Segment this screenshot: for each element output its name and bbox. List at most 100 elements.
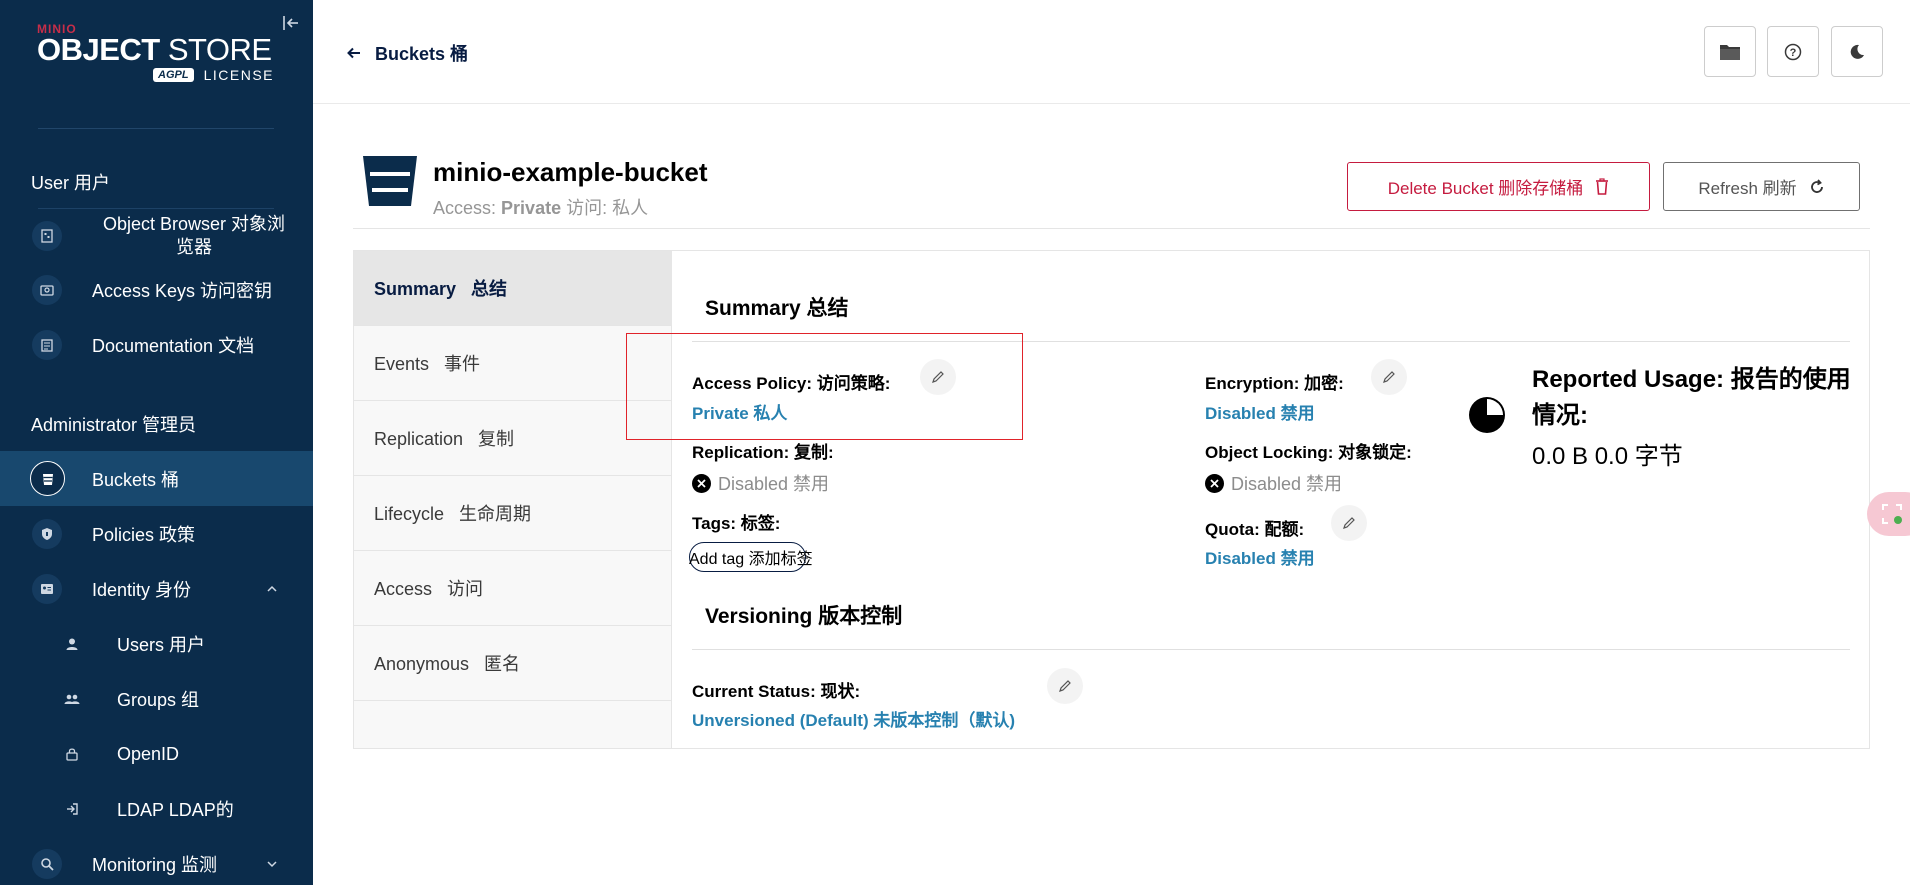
sidebar-item-policies[interactable]: Policies 政策 — [0, 510, 313, 558]
bucket-icon — [30, 461, 65, 496]
arrow-left-icon — [347, 47, 360, 59]
breadcrumb-back[interactable]: Buckets 桶 — [347, 40, 468, 66]
monitoring-icon — [32, 849, 62, 879]
logo-license: AGPL LICENSE — [37, 67, 274, 83]
identity-icon — [32, 574, 62, 604]
summary-title: Summary 总结 — [705, 297, 849, 320]
collapse-sidebar-icon[interactable] — [282, 14, 300, 32]
bucket-name: minio-example-bucket — [433, 157, 708, 187]
tab-access[interactable]: Access 访问 — [354, 551, 672, 626]
scan-icon — [1882, 504, 1902, 524]
refresh-button[interactable]: Refresh 刷新 — [1663, 162, 1860, 211]
delete-bucket-label: Delete Bucket 删除存储桶 — [1387, 179, 1584, 198]
shield-icon — [32, 519, 62, 549]
help-icon: ? — [1784, 43, 1802, 60]
sidebar-item-label: OpenID — [117, 743, 180, 764]
x-circle-icon — [692, 473, 711, 493]
sidebar-item-ldap[interactable]: LDAP LDAP的 — [0, 785, 313, 833]
encryption-label: Encryption: 加密: — [1205, 374, 1344, 393]
bucket-tabs: Summary 总结 Events 事件 Replication 复制 Life… — [354, 251, 672, 748]
reported-usage-title: Reported Usage: 报告的使用情况: — [1532, 366, 1851, 429]
sidebar-item-label: Groups 组 — [117, 690, 200, 710]
top-bar: Buckets 桶 ? — [313, 0, 1910, 104]
x-circle-icon — [1205, 473, 1224, 493]
groups-icon — [57, 684, 87, 714]
svg-text:?: ? — [1790, 47, 1797, 59]
add-tag-label: Add tag 添加标签 — [689, 551, 813, 568]
lock-icon — [57, 739, 87, 769]
object-browser-button[interactable] — [1704, 26, 1756, 77]
tab-lifecycle[interactable]: Lifecycle 生命周期 — [354, 476, 672, 551]
screenshot-helper-button[interactable] — [1867, 492, 1910, 536]
sidebar-item-access-keys[interactable]: Access Keys 访问密钥 — [0, 266, 313, 314]
user-icon — [57, 629, 87, 659]
sidebar-item-label: Users 用户 — [117, 635, 206, 655]
sidebar-item-buckets[interactable]: Buckets 桶 — [0, 451, 313, 506]
sidebar-item-documentation[interactable]: Documentation 文档 — [0, 321, 313, 369]
current-status-label: Current Status: 现状: — [692, 682, 861, 701]
chevron-up-icon[interactable] — [266, 583, 278, 595]
sidebar-item-label: Buckets 桶 — [92, 469, 180, 490]
quota-label: Quota: 配额: — [1205, 520, 1305, 539]
bucket-access: Access: Private 访问: 私人 — [433, 198, 649, 218]
sidebar-item-identity[interactable]: Identity 身份 — [0, 565, 313, 613]
help-button[interactable]: ? — [1767, 26, 1819, 77]
sidebar-divider — [38, 208, 274, 209]
current-status-value[interactable]: Unversioned (Default) 未版本控制（默认) — [692, 706, 1015, 731]
login-icon — [57, 794, 87, 824]
pencil-icon — [1059, 680, 1071, 692]
tab-events[interactable]: Events 事件 — [354, 326, 672, 401]
dark-mode-button[interactable] — [1831, 26, 1883, 77]
sidebar-item-label: Policies 政策 — [92, 525, 196, 545]
tab-replication[interactable]: Replication 复制 — [354, 401, 672, 476]
quota-value[interactable]: Disabled 禁用 — [1205, 544, 1315, 569]
bucket-large-icon — [363, 156, 417, 206]
minio-logo[interactable]: MINIO OBJECT STORE AGPL LICENSE — [37, 22, 287, 83]
sidebar-item-label: Access Keys 访问密钥 — [92, 281, 273, 301]
header-divider — [353, 228, 1870, 229]
pie-chart-icon — [1469, 397, 1505, 433]
documentation-icon — [32, 330, 62, 360]
sidebar-item-openid[interactable]: OpenID — [0, 730, 313, 778]
add-tag-button[interactable]: Add tag 添加标签 — [689, 542, 813, 572]
delete-bucket-button[interactable]: Delete Bucket 删除存储桶 — [1347, 162, 1650, 211]
chevron-down-icon[interactable] — [266, 858, 278, 870]
replication-label: Replication: 复制: — [692, 443, 834, 462]
reported-usage-value: 0.0 B 0.0 字节 — [1532, 443, 1683, 470]
access-keys-icon — [32, 275, 62, 305]
object-browser-icon — [32, 221, 62, 251]
sidebar-item-object-browser[interactable]: Object Browser 对象浏览器 — [0, 211, 313, 261]
edit-versioning-button[interactable] — [1047, 668, 1083, 704]
object-locking-value: Disabled 禁用 — [1205, 470, 1342, 496]
edit-encryption-button[interactable] — [1371, 359, 1407, 395]
object-locking-label: Object Locking: 对象锁定: — [1205, 443, 1412, 462]
admin-section-title: Administrator 管理员 — [31, 415, 197, 435]
sidebar-item-label: Object Browser 对象浏览器 — [102, 214, 286, 257]
sidebar-divider — [38, 128, 274, 129]
encryption-value[interactable]: Disabled 禁用 — [1205, 399, 1315, 424]
refresh-label: Refresh 刷新 — [1698, 179, 1797, 198]
breadcrumb-label: Buckets 桶 — [375, 44, 469, 64]
tags-label: Tags: 标签: — [692, 514, 781, 533]
moon-icon — [1850, 44, 1864, 59]
sidebar-item-groups[interactable]: Groups 组 — [0, 675, 313, 723]
trash-icon — [1596, 178, 1609, 195]
sidebar-item-label: Identity 身份 — [92, 580, 192, 600]
sidebar-item-label: Documentation 文档 — [92, 336, 255, 356]
versioning-title: Versioning 版本控制 — [705, 605, 903, 628]
pencil-icon — [1383, 371, 1395, 383]
highlight-box — [626, 333, 1023, 440]
agpl-badge: AGPL — [153, 68, 194, 82]
folder-icon — [1720, 44, 1740, 60]
user-section-title: User 用户 — [31, 173, 111, 193]
sidebar-item-users[interactable]: Users 用户 — [0, 620, 313, 668]
sidebar-item-label: LDAP LDAP的 — [117, 800, 234, 820]
refresh-icon — [1810, 178, 1823, 193]
tab-summary[interactable]: Summary 总结 — [354, 251, 672, 326]
sidebar-item-label: Monitoring 监测 — [92, 855, 218, 875]
sidebar-item-monitoring[interactable]: Monitoring 监测 — [0, 840, 313, 885]
tab-anonymous[interactable]: Anonymous 匿名 — [354, 626, 672, 701]
license-text: LICENSE — [203, 67, 274, 83]
logo-title: OBJECT STORE — [37, 32, 272, 67]
edit-quota-button[interactable] — [1331, 505, 1367, 541]
